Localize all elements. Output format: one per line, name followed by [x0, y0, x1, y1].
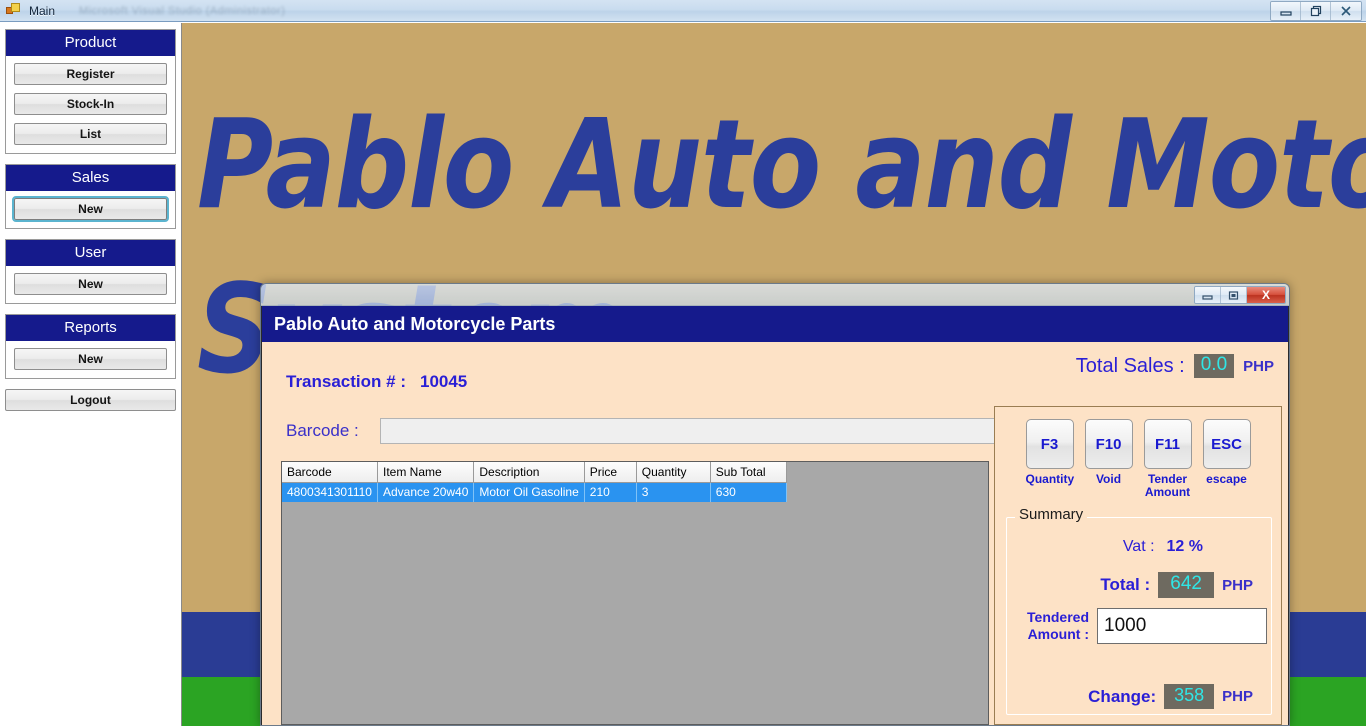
sidebar-group-product: Product Register Stock-In List — [5, 29, 176, 154]
pos-dialog-title: Pablo Auto and Motorcycle Parts — [274, 314, 555, 335]
vat-value: 12 % — [1167, 538, 1203, 556]
pos-dialog-body: Total Sales : 0.0 PHP Transaction # : 10… — [261, 342, 1289, 726]
main-window-title: Main — [29, 4, 55, 18]
cell-description: Motor Oil Gasoline — [474, 483, 584, 502]
grid-col-price[interactable]: Price — [584, 462, 636, 483]
pos-dialog-window: X Pablo Auto and Motorcycle Parts Total … — [260, 283, 1290, 726]
transaction-number: 10045 — [420, 372, 467, 392]
change-row: Change: 358 PHP — [1088, 684, 1253, 709]
cell-price: 210 — [584, 483, 636, 502]
minimize-icon[interactable] — [1195, 287, 1221, 303]
summary-legend: Summary — [1015, 506, 1087, 523]
total-row: Total : 642 PHP — [1100, 572, 1253, 598]
cell-barcode: 4800341301110 — [282, 483, 377, 502]
table-row[interactable]: 4800341301110 Advance 20w40 Motor Oil Ga… — [282, 483, 786, 502]
f10-button[interactable]: F10 — [1085, 419, 1133, 469]
grid-col-description[interactable]: Description — [474, 462, 584, 483]
transaction-label: Transaction # : — [286, 372, 406, 392]
application-window: Main Microsoft Visual Studio (Administra… — [0, 0, 1366, 726]
tendered-amount-input[interactable] — [1097, 608, 1267, 644]
main-window-controls — [1270, 1, 1362, 21]
barcode-label: Barcode : — [286, 421, 380, 441]
barcode-row: Barcode : — [286, 418, 1000, 444]
summary-group-box: Summary Vat : 12 % Total : 642 PHP Tende… — [1006, 517, 1272, 715]
pos-window-controls: X — [1194, 286, 1286, 304]
transaction-row: Transaction # : 10045 — [286, 372, 467, 392]
sidebar-item-reports-new[interactable]: New — [14, 348, 167, 370]
pos-dialog-title-bar[interactable]: X — [261, 284, 1289, 306]
esc-label: escape — [1203, 473, 1251, 486]
function-keys-row: F3 Quantity F10 Void F11 Tender Amount E… — [995, 407, 1281, 499]
main-window-ghost-text: Microsoft Visual Studio (Administrator) — [79, 5, 1270, 17]
total-value: 642 — [1158, 572, 1214, 598]
sidebar-group-title: Product — [6, 30, 175, 56]
sidebar: Product Register Stock-In List Sales New… — [0, 23, 182, 726]
change-value: 358 — [1164, 684, 1214, 709]
sidebar-item-sales-new[interactable]: New — [14, 198, 167, 220]
grid-col-item-name[interactable]: Item Name — [377, 462, 473, 483]
sidebar-group-sales: Sales New — [5, 164, 176, 229]
sidebar-item-product-register[interactable]: Register — [14, 63, 167, 85]
sidebar-group-title: Reports — [6, 315, 175, 341]
logout-button[interactable]: Logout — [5, 389, 176, 411]
function-key-f11: F11 Tender Amount — [1144, 419, 1192, 499]
form-icon — [6, 3, 21, 18]
sidebar-group-user: User New — [5, 239, 176, 304]
total-sales-currency: PHP — [1243, 358, 1274, 375]
items-grid: Barcode Item Name Description Price Quan… — [282, 462, 787, 502]
grid-col-quantity[interactable]: Quantity — [636, 462, 710, 483]
close-icon[interactable]: X — [1247, 287, 1285, 303]
change-label: Change: — [1088, 687, 1156, 707]
grid-col-barcode[interactable]: Barcode — [282, 462, 377, 483]
tendered-amount-label: Tendered Amount : — [1007, 609, 1089, 643]
cell-sub-total: 630 — [710, 483, 786, 502]
close-icon[interactable] — [1331, 2, 1361, 20]
sidebar-item-product-list[interactable]: List — [14, 123, 167, 145]
sidebar-group-reports: Reports New — [5, 314, 176, 379]
total-sales-row: Total Sales : 0.0 PHP — [1076, 354, 1274, 378]
f11-button[interactable]: F11 — [1144, 419, 1192, 469]
cell-quantity: 3 — [636, 483, 710, 502]
function-key-f10: F10 Void — [1085, 419, 1133, 499]
vat-row: Vat : 12 % — [1123, 538, 1203, 556]
pos-dialog-header: Pablo Auto and Motorcycle Parts — [261, 306, 1289, 342]
f10-label: Void — [1085, 473, 1133, 486]
items-grid-panel[interactable]: Barcode Item Name Description Price Quan… — [281, 461, 989, 725]
grid-header-row: Barcode Item Name Description Price Quan… — [282, 462, 786, 483]
esc-button[interactable]: ESC — [1203, 419, 1251, 469]
total-sales-label: Total Sales : — [1076, 355, 1185, 378]
change-currency: PHP — [1222, 688, 1253, 705]
sidebar-group-title: Sales — [6, 165, 175, 191]
f3-button[interactable]: F3 — [1026, 419, 1074, 469]
sidebar-group-title: User — [6, 240, 175, 266]
poster-title-line-1: Pablo Auto and Motorcycle Parts — [197, 103, 1366, 226]
sidebar-item-user-new[interactable]: New — [14, 273, 167, 295]
cell-item-name: Advance 20w40 — [377, 483, 473, 502]
total-label: Total : — [1100, 575, 1150, 595]
restore-icon[interactable] — [1301, 2, 1331, 20]
main-title-bar: Main Microsoft Visual Studio (Administra… — [0, 0, 1366, 22]
minimize-icon[interactable] — [1271, 2, 1301, 20]
function-key-f3: F3 Quantity — [1026, 419, 1074, 499]
tendered-amount-row: Tendered Amount : — [1007, 608, 1267, 644]
restore-icon[interactable] — [1221, 287, 1247, 303]
close-glyph: X — [1262, 289, 1270, 301]
grid-col-sub-total[interactable]: Sub Total — [710, 462, 786, 483]
function-key-esc: ESC escape — [1203, 419, 1251, 499]
total-currency: PHP — [1222, 577, 1253, 594]
sidebar-item-product-stock-in[interactable]: Stock-In — [14, 93, 167, 115]
total-sales-value: 0.0 — [1194, 354, 1234, 378]
actions-panel: F3 Quantity F10 Void F11 Tender Amount E… — [994, 406, 1282, 725]
f11-label: Tender Amount — [1144, 473, 1192, 499]
logout-wrapper: Logout — [5, 389, 176, 411]
f3-label: Quantity — [1026, 473, 1074, 486]
vat-label: Vat : — [1123, 538, 1155, 556]
barcode-input[interactable] — [380, 418, 1000, 444]
